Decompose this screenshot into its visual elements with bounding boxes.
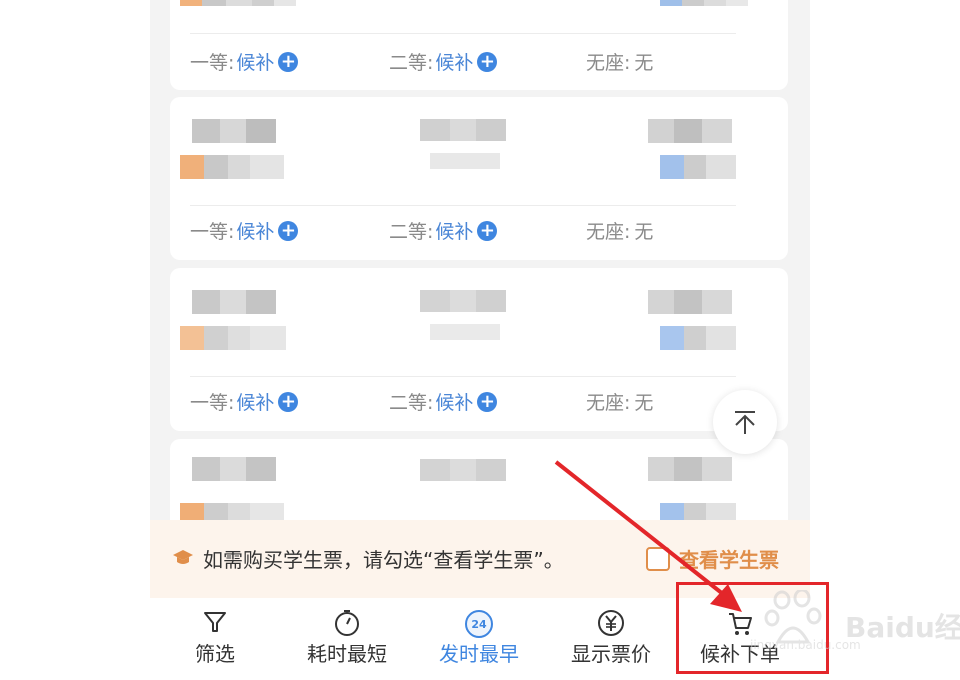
watermark-text: Baidu经验 — [845, 611, 960, 644]
annotation-arrow — [554, 460, 742, 612]
watermark-url: jingyan.baidu.com — [750, 638, 861, 652]
baidu-watermark: Baidu经验 jingyan.baidu.com — [720, 590, 960, 660]
